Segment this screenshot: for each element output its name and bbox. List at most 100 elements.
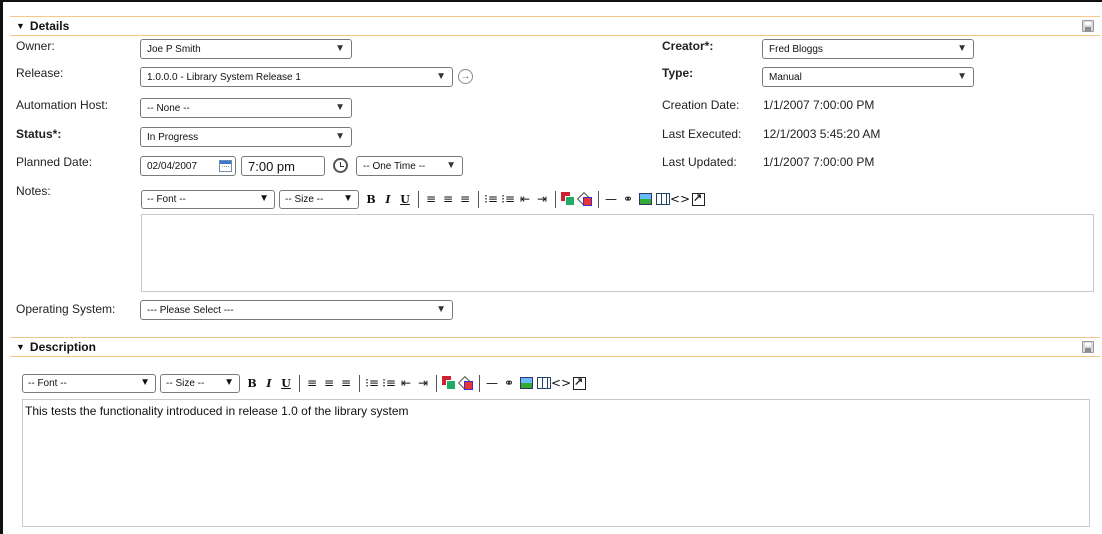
type-label: Type: [662,66,694,80]
align-right-icon[interactable]: ≡ [457,190,473,208]
toolbar-divider [359,374,360,392]
automation-host-value: -- None -- [147,102,190,114]
recurrence-value: -- One Time -- [363,160,426,172]
description-save-icon[interactable] [1082,341,1094,353]
owner-label: Owner: [16,39,55,53]
description-section-header[interactable]: ▼ Description [10,337,1100,357]
link-icon[interactable]: ⚭ [501,374,517,392]
description-font-select[interactable]: -- Font -- ▼ [22,373,156,393]
notes-size-select[interactable]: -- Size -- ▼ [279,189,359,209]
table-icon[interactable] [656,193,670,205]
status-select[interactable]: In Progress ▼ [140,127,352,147]
chevron-down-icon: ▼ [436,304,446,315]
automation-host-select[interactable]: -- None -- ▼ [140,98,352,118]
planned-date-value: 02/04/2007 [147,160,198,172]
background-color-icon[interactable] [459,376,473,390]
details-save-icon[interactable] [1082,20,1094,32]
horizontal-rule-icon[interactable]: — [484,374,500,392]
description-editor[interactable]: This tests the functionality introduced … [22,399,1090,527]
text-color-icon[interactable] [442,376,456,390]
chevron-down-icon: ▼ [343,192,353,204]
horizontal-rule-icon[interactable]: — [603,190,619,208]
chevron-down-icon: ▼ [446,160,456,171]
toolbar-divider [418,190,419,208]
creation-date-label: Creation Date: [662,98,740,112]
align-right-icon[interactable]: ≡ [338,374,354,392]
creation-date-value: 1/1/2007 7:00:00 PM [763,98,875,112]
release-label: Release: [16,66,64,80]
clock-icon[interactable] [333,158,348,173]
italic-button[interactable]: I [261,374,277,392]
notes-editor[interactable] [141,214,1094,292]
last-updated-label: Last Updated: [662,155,737,169]
chevron-down-icon: ▼ [259,192,269,204]
outdent-icon[interactable]: ⇤ [517,190,533,208]
align-left-icon[interactable]: ≡ [304,374,320,392]
type-value: Manual [769,71,802,83]
collapse-triangle-icon[interactable]: ▼ [16,342,25,352]
notes-label: Notes: [16,184,51,198]
creator-value: Fred Bloggs [769,43,823,55]
bold-button[interactable]: B [244,374,260,392]
align-center-icon[interactable]: ≡ [321,374,337,392]
operating-system-select[interactable]: --- Please Select --- ▼ [140,300,453,320]
type-select[interactable]: Manual ▼ [762,67,974,87]
creator-select[interactable]: Fred Bloggs ▼ [762,39,974,59]
chevron-down-icon: ▼ [957,43,967,54]
operating-system-label: Operating System: [16,302,116,316]
size-select-label: -- Size -- [166,377,205,389]
underline-button[interactable]: U [397,190,413,208]
source-code-icon[interactable]: <> [551,374,571,392]
image-icon[interactable] [520,377,533,389]
planned-date-input[interactable]: 02/04/2007 [140,156,236,176]
release-value: 1.0.0.0 - Library System Release 1 [147,71,301,83]
chevron-down-icon: ▼ [335,102,345,113]
toolbar-divider [555,190,556,208]
outdent-icon[interactable]: ⇤ [398,374,414,392]
owner-select[interactable]: Joe P Smith ▼ [140,39,352,59]
release-select[interactable]: 1.0.0.0 - Library System Release 1 ▼ [140,67,453,87]
calendar-icon[interactable] [219,160,232,172]
italic-button[interactable]: I [380,190,396,208]
size-select-label: -- Size -- [285,193,324,205]
status-label: Status*: [16,127,62,141]
indent-icon[interactable]: ⇥ [415,374,431,392]
maximize-icon[interactable] [573,375,586,390]
table-icon[interactable] [537,377,551,389]
owner-value: Joe P Smith [147,43,201,55]
planned-date-label: Planned Date: [16,155,93,169]
link-icon[interactable]: ⚭ [620,190,636,208]
align-left-icon[interactable]: ≡ [423,190,439,208]
chevron-down-icon: ▼ [224,376,234,388]
description-header-label: Description [29,340,96,354]
ordered-list-icon[interactable]: ⁝≡ [364,374,380,392]
recurrence-select[interactable]: -- One Time -- ▼ [356,156,463,176]
notes-font-select[interactable]: -- Font -- ▼ [141,189,275,209]
description-toolbar: -- Font -- ▼ -- Size -- ▼ B I U ≡ ≡ ≡ ⁝≡… [22,372,586,394]
last-executed-label: Last Executed: [662,127,742,141]
unordered-list-icon[interactable]: ⁝≡ [381,374,397,392]
underline-button[interactable]: U [278,374,294,392]
details-section-header[interactable]: ▼ Details [10,16,1100,36]
ordered-list-icon[interactable]: ⁝≡ [483,190,499,208]
align-center-icon[interactable]: ≡ [440,190,456,208]
description-size-select[interactable]: -- Size -- ▼ [160,373,240,393]
collapse-triangle-icon[interactable]: ▼ [16,21,25,31]
maximize-icon[interactable] [692,191,705,206]
go-arrow-icon[interactable]: → [458,69,473,84]
description-text: This tests the functionality introduced … [25,404,409,418]
image-icon[interactable] [639,193,652,205]
bold-button[interactable]: B [363,190,379,208]
source-code-icon[interactable]: <> [670,190,690,208]
text-color-icon[interactable] [561,192,575,206]
details-header-label: Details [29,19,70,33]
unordered-list-icon[interactable]: ⁝≡ [500,190,516,208]
planned-time-input[interactable]: 7:00 pm [241,156,325,176]
operating-system-value: --- Please Select --- [147,304,234,316]
indent-icon[interactable]: ⇥ [534,190,550,208]
toolbar-divider [299,374,300,392]
planned-time-value: 7:00 pm [248,158,295,174]
chevron-down-icon: ▼ [957,71,967,82]
background-color-icon[interactable] [578,192,592,206]
toolbar-divider [479,374,480,392]
